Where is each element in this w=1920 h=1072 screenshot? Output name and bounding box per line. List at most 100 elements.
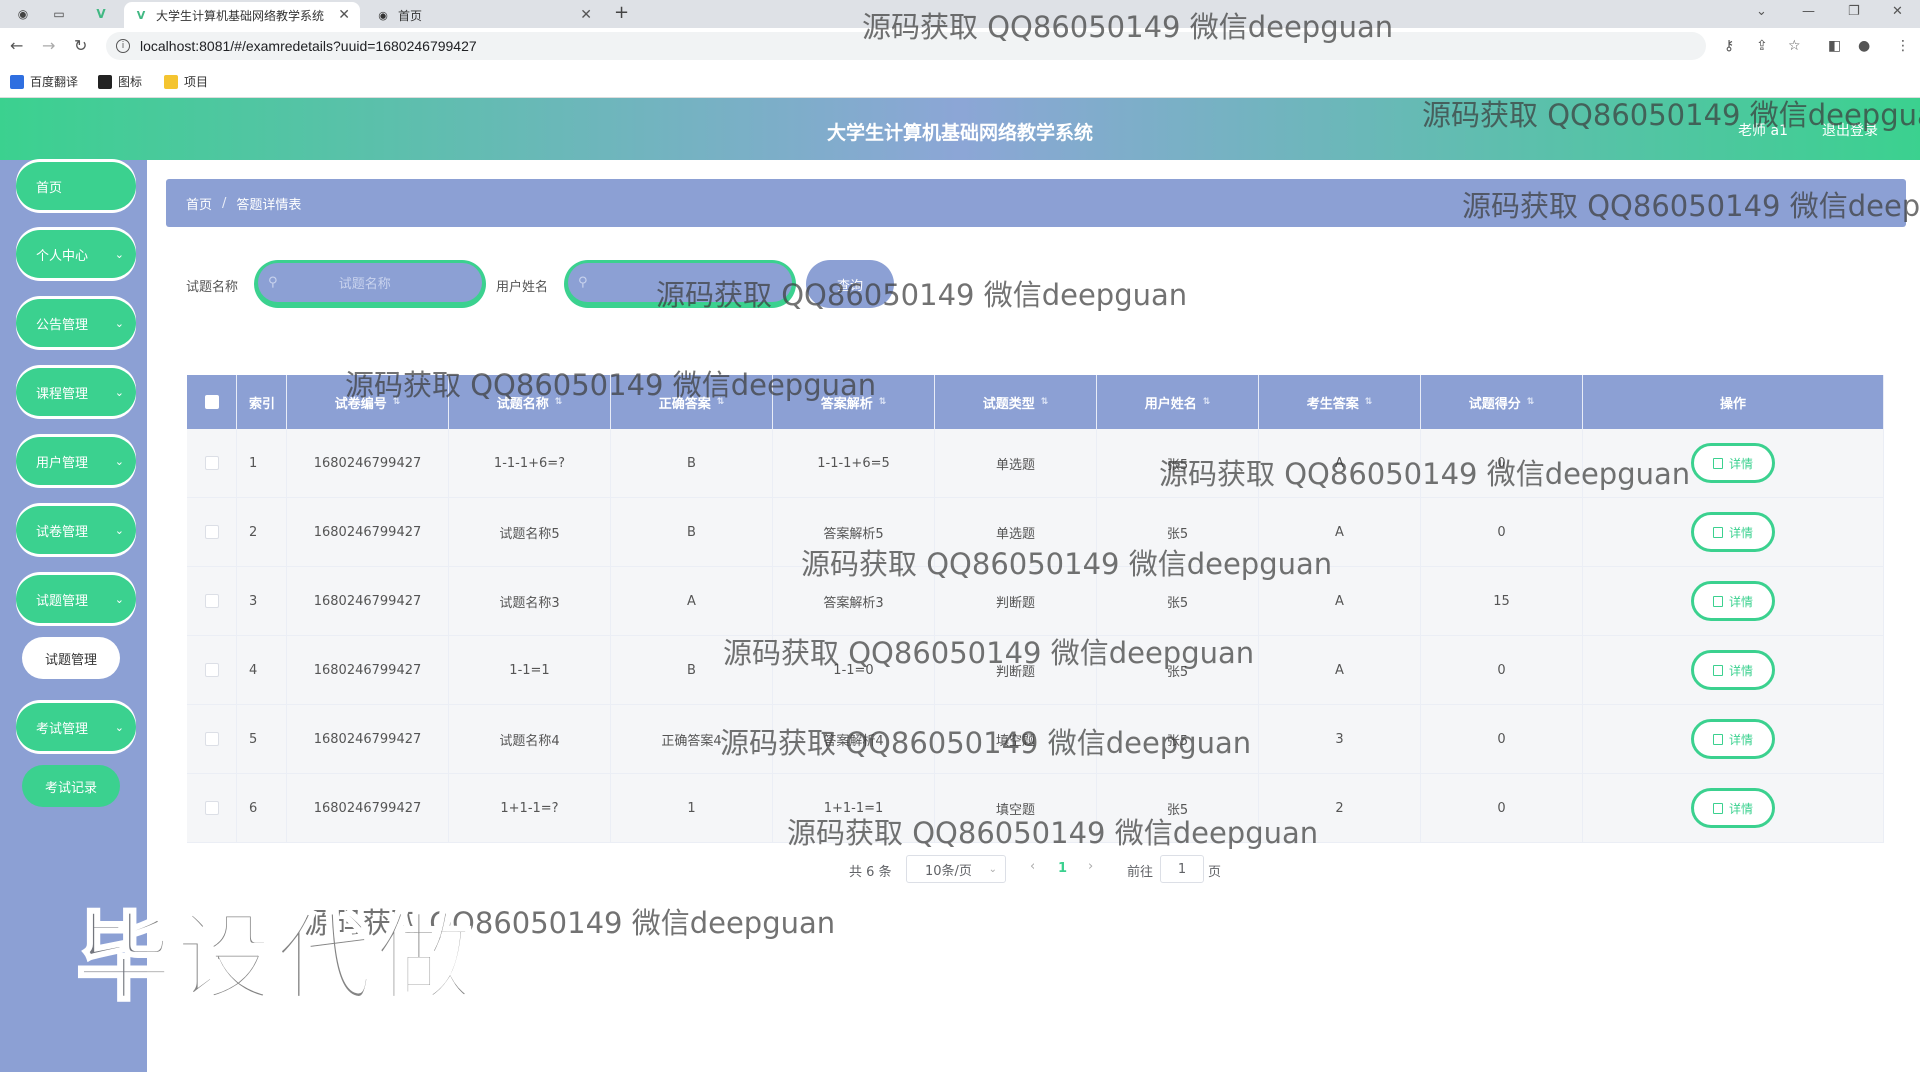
question-name-input[interactable]: ⚲ 试题名称 (254, 260, 486, 308)
row-select-cell (187, 498, 237, 566)
globe-icon: ◉ (378, 8, 388, 22)
star-icon[interactable]: ☆ (1788, 38, 1801, 54)
header-student-answer[interactable]: 考生答案 ⇅ (1259, 375, 1421, 429)
row-question: 1+1-1=? (449, 774, 611, 842)
vue-tab-icon[interactable]: V (92, 5, 110, 23)
header-answer[interactable]: 正确答案 ⇅ (611, 375, 773, 429)
current-page[interactable]: 1 (1058, 861, 1067, 876)
header-paper-no[interactable]: 试卷编号 ⇅ (287, 375, 449, 429)
profile-icon[interactable]: ● (1858, 38, 1870, 54)
detail-button[interactable]: 详情 (1691, 788, 1775, 828)
row-checkbox[interactable] (204, 594, 219, 608)
row-answer: B (611, 636, 773, 704)
row-index: 4 (237, 636, 287, 704)
breadcrumb-home[interactable]: 首页 (186, 194, 212, 213)
header-type[interactable]: 试题类型 ⇅ (935, 375, 1097, 429)
sidepanel-icon[interactable]: ◧ (1828, 38, 1841, 54)
logout-link[interactable]: 退出登录 (1822, 120, 1878, 140)
browser-menu-icon[interactable]: ◉ (14, 5, 32, 23)
header-score[interactable]: 试题得分 ⇅ (1421, 375, 1583, 429)
bookmark-baidu-translate[interactable]: 百度翻译 (10, 73, 78, 90)
row-checkbox[interactable] (204, 663, 219, 677)
close-icon[interactable]: ✕ (338, 7, 350, 23)
row-student-answer: A (1259, 567, 1421, 635)
new-tab-icon[interactable]: + (614, 2, 629, 23)
minimize-icon[interactable]: — (1802, 4, 1815, 19)
bookmark-project[interactable]: 项目 (164, 73, 208, 90)
row-index: 1 (237, 429, 287, 497)
close-icon[interactable]: ✕ (580, 7, 592, 23)
tab-app[interactable]: V 大学生计算机基础网络教学系统 ✕ (124, 2, 360, 28)
sort-icon[interactable]: ⇅ (1041, 397, 1049, 407)
restore-icon[interactable]: ❐ (1848, 4, 1860, 19)
query-button[interactable]: 查询 (806, 260, 894, 308)
sidebar-item-question-management[interactable]: 试题管理 ⌄ (16, 575, 136, 623)
tab-search-icon[interactable]: ⌄ (1756, 4, 1767, 19)
next-page-icon[interactable]: › (1088, 859, 1093, 874)
sort-icon[interactable]: ⇅ (1527, 397, 1535, 407)
row-actions: 详情 (1583, 567, 1884, 635)
sort-icon[interactable]: ⇅ (717, 397, 725, 407)
sidebar-item-paper-management[interactable]: 试卷管理 ⌄ (16, 506, 136, 554)
window-close-icon[interactable]: ✕ (1892, 4, 1903, 19)
sidebar-item-exam-management[interactable]: 考试管理 ⌄ (16, 703, 136, 751)
detail-button[interactable]: 详情 (1691, 581, 1775, 621)
bookmark-label: 图标 (118, 75, 143, 89)
select-all-checkbox[interactable] (204, 395, 219, 409)
kebab-menu-icon[interactable]: ⋮ (1896, 38, 1910, 54)
row-student-answer: 2 (1259, 774, 1421, 842)
user-name-input[interactable]: ⚲ (564, 260, 796, 308)
header-user[interactable]: 用户姓名 ⇅ (1097, 375, 1259, 429)
row-type: 单选题 (935, 498, 1097, 566)
forward-icon[interactable]: → (42, 36, 55, 55)
vue-favicon-icon: V (136, 8, 146, 22)
header-question[interactable]: 试题名称 ⇅ (449, 375, 611, 429)
tab-placeholder-icon[interactable]: ▭ (50, 5, 68, 23)
back-icon[interactable]: ← (10, 36, 23, 55)
detail-button[interactable]: 详情 (1691, 650, 1775, 690)
key-icon[interactable]: ⚷ (1724, 38, 1734, 54)
sidebar-item-user-management[interactable]: 用户管理 ⌄ (16, 437, 136, 485)
sidebar-item-notice-management[interactable]: 公告管理 ⌄ (16, 299, 136, 347)
tab-home[interactable]: ◉ 首页 ✕ (366, 2, 602, 28)
sidebar-item-course-management[interactable]: 课程管理 ⌄ (16, 368, 136, 416)
row-actions: 详情 (1583, 429, 1884, 497)
row-checkbox[interactable] (204, 801, 219, 815)
row-analysis: 答案解析4 (773, 705, 935, 773)
sidebar-subitem-question-management[interactable]: 试题管理 (22, 637, 120, 679)
row-question: 试题名称3 (449, 567, 611, 635)
detail-button[interactable]: 详情 (1691, 443, 1775, 483)
page-size-select[interactable]: 10条/页 ⌄ (906, 855, 1006, 883)
goto-label: 前往 (1127, 865, 1154, 880)
bookmark-icons[interactable]: 图标 (98, 73, 142, 90)
sort-icon[interactable]: ⇅ (879, 397, 887, 407)
detail-button[interactable]: 详情 (1691, 512, 1775, 552)
row-checkbox[interactable] (204, 456, 219, 470)
url-input[interactable]: i localhost:8081/#/examredetails?uuid=16… (106, 32, 1706, 60)
share-icon[interactable]: ⇪ (1756, 38, 1768, 54)
detail-button[interactable]: 详情 (1691, 719, 1775, 759)
header-analysis[interactable]: 答案解析 ⇅ (773, 375, 935, 429)
detail-button-label: 详情 (1728, 594, 1753, 609)
reload-icon[interactable]: ↻ (74, 36, 87, 55)
tab-app-title: 大学生计算机基础网络教学系统 (156, 8, 325, 23)
row-checkbox[interactable] (204, 732, 219, 746)
row-checkbox[interactable] (204, 525, 219, 539)
sort-icon[interactable]: ⇅ (1365, 397, 1373, 407)
sort-icon[interactable]: ⇅ (555, 397, 563, 407)
prev-page-icon[interactable]: ‹ (1030, 859, 1035, 874)
sort-icon[interactable]: ⇅ (393, 397, 401, 407)
site-info-icon[interactable]: i (116, 39, 130, 53)
sidebar-item-label: 首页 (36, 180, 63, 196)
row-select-cell (187, 705, 237, 773)
sidebar-item-home[interactable]: 首页 (16, 162, 136, 210)
row-student-answer: A (1259, 429, 1421, 497)
goto-page-input[interactable]: 1 (1160, 855, 1204, 883)
address-bar: ← → ↻ i localhost:8081/#/examredetails?u… (0, 28, 1920, 64)
sidebar-subitem-exam-record[interactable]: 考试记录 (22, 765, 120, 807)
row-paper-no: 1680246799427 (287, 774, 449, 842)
sort-icon[interactable]: ⇅ (1203, 397, 1211, 407)
row-score: 0 (1421, 705, 1583, 773)
bookmarks-bar: 百度翻译 图标 项目 (0, 64, 1920, 98)
sidebar-item-personal-center[interactable]: 个人中心 ⌄ (16, 230, 136, 278)
